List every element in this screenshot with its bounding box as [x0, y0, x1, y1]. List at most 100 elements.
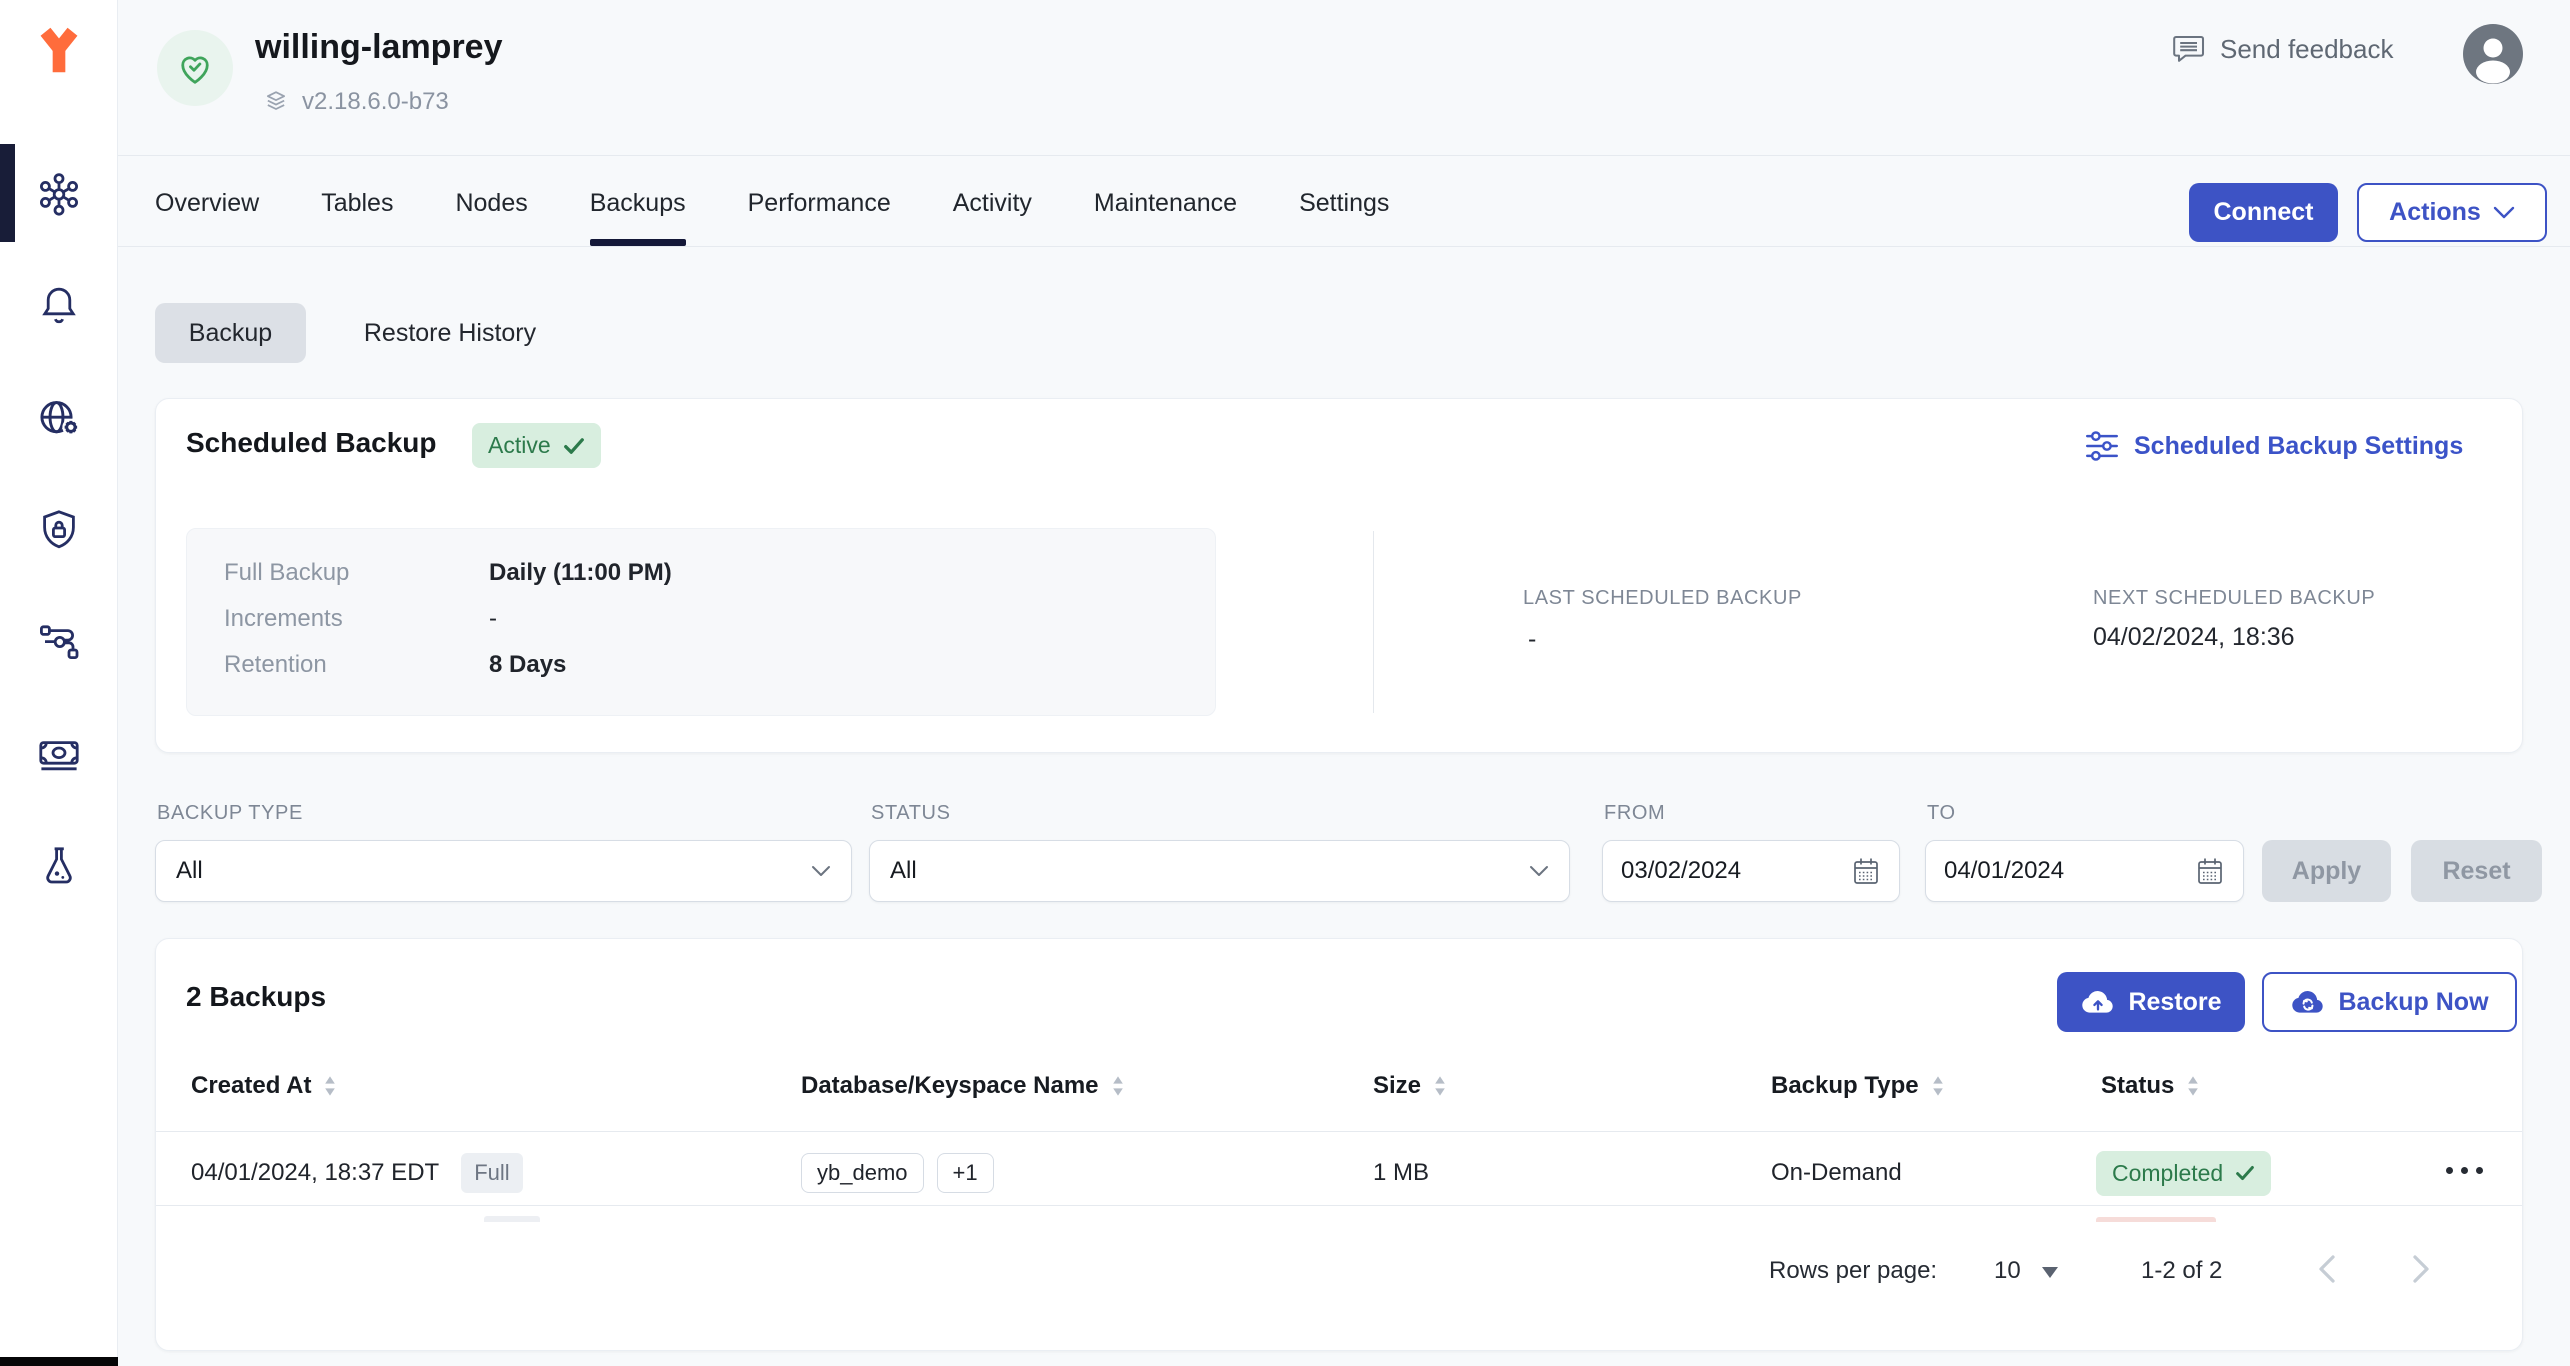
status-select[interactable]: All: [869, 840, 1570, 902]
from-date-input[interactable]: 03/02/2024: [1602, 840, 1900, 902]
page-next-icon[interactable]: [2408, 1251, 2434, 1287]
column-header-status[interactable]: Status: [2101, 1072, 2202, 1100]
column-label: Backup Type: [1771, 1072, 1919, 1099]
schedule-row-increments: Increments -: [224, 605, 497, 633]
restore-button[interactable]: Restore: [2057, 972, 2245, 1032]
cluster-tabbar: Overview Tables Nodes Backups Performanc…: [155, 160, 1389, 246]
sidebar-item-security[interactable]: [0, 494, 117, 566]
calendar-icon: [1854, 858, 1878, 884]
to-date-value: 04/01/2024: [1944, 857, 2065, 884]
table-header-divider: [156, 1131, 2522, 1132]
user-avatar[interactable]: [2462, 23, 2524, 85]
tab-nodes[interactable]: Nodes: [455, 160, 527, 246]
apply-button[interactable]: Apply: [2262, 840, 2391, 902]
sidebar-item-universes[interactable]: [0, 158, 117, 230]
backup-type-select[interactable]: All: [155, 840, 852, 902]
column-label: Size: [1373, 1072, 1422, 1099]
column-header-keyspace[interactable]: Database/Keyspace Name: [801, 1072, 1127, 1100]
network-settings-icon: [39, 401, 79, 436]
integrations-icon: [39, 625, 78, 659]
backup-type-value: All: [176, 857, 203, 884]
cluster-health-badge: [157, 30, 233, 106]
tab-maintenance[interactable]: Maintenance: [1094, 160, 1237, 246]
sort-icon: [1932, 1076, 1943, 1096]
tab-performance[interactable]: Performance: [748, 160, 891, 246]
subtab-backup[interactable]: Backup: [155, 303, 306, 363]
row-size: 1 MB: [1373, 1142, 1429, 1204]
sidebar-item-billing[interactable]: [0, 718, 117, 790]
keyspace-chip: yb_demo: [801, 1153, 924, 1193]
page-title: willing-lamprey: [255, 28, 503, 66]
sort-icon: [2188, 1076, 2199, 1096]
cloud-upload-icon: [2082, 991, 2114, 1013]
to-date-input[interactable]: 04/01/2024: [1925, 840, 2244, 902]
sidebar-item-alerts[interactable]: [0, 268, 117, 340]
schedule-row-full-backup: Full Backup Daily (11:00 PM): [224, 559, 672, 587]
actions-button[interactable]: Actions: [2357, 183, 2547, 242]
rows-per-page-select[interactable]: 10: [1994, 1257, 2021, 1285]
yugabyte-logo[interactable]: [30, 22, 88, 82]
table-row-divider: [156, 1205, 2522, 1206]
chevron-down-icon: [1530, 865, 1548, 876]
scheduled-backup-settings-label: Scheduled Backup Settings: [2134, 431, 2464, 460]
backup-type-filter-label: BACKUP TYPE: [157, 802, 303, 824]
backup-now-button[interactable]: Backup Now: [2262, 972, 2517, 1032]
subtab-restore-history[interactable]: Restore History: [330, 303, 570, 363]
schedule-row-value: Daily (11:00 PM): [489, 559, 672, 586]
apply-label: Apply: [2291, 856, 2362, 885]
status-label: Completed: [2112, 1159, 2224, 1186]
backup-full-tag: Full: [461, 1153, 523, 1193]
backup-type-value: On-Demand: [1771, 1159, 1902, 1186]
reset-button[interactable]: Reset: [2411, 840, 2542, 902]
send-feedback-button[interactable]: Send feedback: [2170, 32, 2393, 66]
status-value: All: [890, 857, 917, 884]
schedule-summary-box: Full Backup Daily (11:00 PM) Increments …: [186, 528, 1216, 716]
backups-list-card: 2 Backups Restore Backup Now Created At …: [155, 938, 2523, 1351]
from-date-label: FROM: [1604, 802, 1666, 824]
tab-backups[interactable]: Backups: [589, 160, 686, 246]
column-header-backup-type[interactable]: Backup Type: [1771, 1072, 1947, 1100]
next-scheduled-backup-value: 04/02/2024, 18:36: [2093, 623, 2295, 651]
connect-button[interactable]: Connect: [2189, 183, 2338, 242]
tab-overview[interactable]: Overview: [155, 160, 259, 246]
security-icon: [42, 510, 75, 549]
rows-per-page-label: Rows per page:: [1769, 1257, 1938, 1284]
scheduled-status-badge: Active: [472, 423, 601, 468]
schedule-row-label: Retention: [224, 651, 327, 678]
avatar-icon: [2463, 24, 2523, 84]
from-date-value: 03/02/2024: [1621, 857, 1742, 884]
calendar-icon: [2198, 858, 2222, 884]
column-label: Database/Keyspace Name: [801, 1072, 1099, 1099]
row-actions-menu[interactable]: [2446, 1167, 2483, 1174]
scheduled-backup-card: Scheduled Backup Active Scheduled Backup…: [155, 398, 2523, 753]
sidebar-item-network[interactable]: [0, 382, 117, 454]
column-header-size[interactable]: Size: [1373, 1072, 1449, 1100]
rows-per-page-value: 10: [1994, 1257, 2021, 1284]
created-at-value: 04/01/2024, 18:37 EDT: [191, 1159, 440, 1186]
scheduled-backup-settings-link[interactable]: Scheduled Backup Settings: [2084, 430, 2463, 462]
alerts-icon: [41, 287, 76, 324]
sidebar-item-integrations[interactable]: [0, 606, 117, 678]
check-icon: [563, 437, 584, 454]
keyspace-more-chip[interactable]: +1: [936, 1153, 994, 1193]
tabbar-divider: [118, 246, 2570, 247]
version-label: v2.18.6.0-b73: [302, 88, 449, 115]
send-feedback-label: Send feedback: [2220, 33, 2394, 64]
tab-settings[interactable]: Settings: [1299, 160, 1389, 246]
layers-icon: [266, 91, 286, 110]
tab-tables[interactable]: Tables: [321, 160, 393, 246]
partial-row-status-badge: [2096, 1217, 2216, 1222]
tab-activity[interactable]: Activity: [953, 160, 1032, 246]
schedule-row-value: -: [489, 605, 497, 632]
cluster-version: v2.18.6.0-b73: [262, 88, 449, 116]
subtab-restore-history-label: Restore History: [363, 318, 537, 347]
page-prev-icon[interactable]: [2314, 1251, 2340, 1287]
size-value: 1 MB: [1373, 1159, 1430, 1186]
header-divider: [118, 155, 2570, 156]
feedback-icon: [2173, 35, 2205, 62]
universes-icon: [39, 173, 78, 216]
column-header-created-at[interactable]: Created At: [191, 1072, 339, 1100]
caret-down-icon[interactable]: [2042, 1267, 2058, 1278]
sidebar-item-labs[interactable]: [0, 830, 117, 902]
sort-icon: [1435, 1076, 1445, 1096]
